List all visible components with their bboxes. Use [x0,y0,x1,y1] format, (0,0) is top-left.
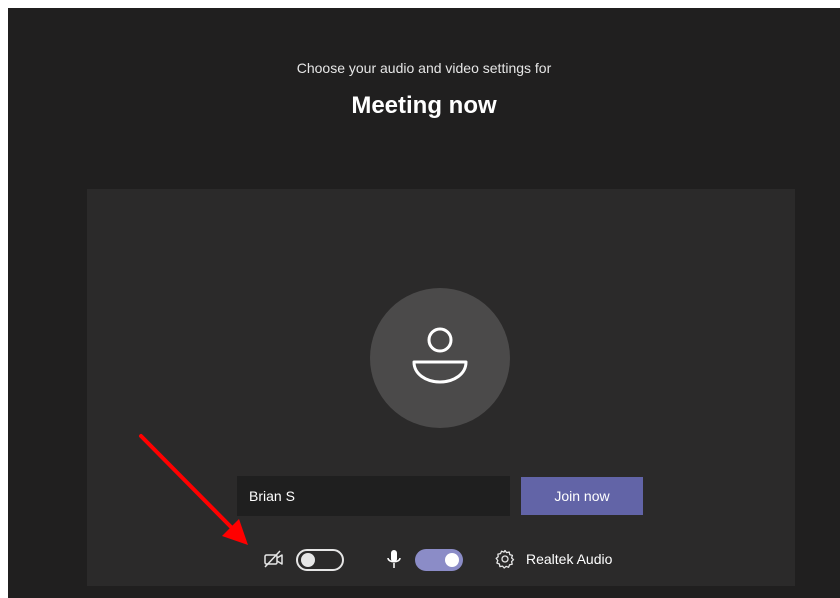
name-input[interactable] [237,476,510,516]
audio-device-label[interactable]: Realtek Audio [526,551,612,567]
avatar [370,288,510,428]
gear-icon[interactable] [495,549,515,569]
join-now-button[interactable]: Join now [521,477,643,515]
microphone-toggle[interactable] [415,549,463,571]
microphone-toggle-knob [445,553,459,567]
prejoin-panel: Join now [87,189,795,586]
meeting-title: Meeting now [351,92,497,119]
screenshot: Choose your audio and video settings for… [0,0,840,598]
camera-toggle-knob [301,553,315,567]
teams-prejoin-window: Choose your audio and video settings for… [8,8,840,598]
camera-toggle[interactable] [296,549,344,571]
person-icon [412,327,468,384]
prejoin-subtitle: Choose your audio and video settings for [296,60,552,76]
microphone-icon[interactable] [386,548,402,570]
camera-off-icon[interactable] [263,548,285,570]
top-strip [0,0,840,8]
